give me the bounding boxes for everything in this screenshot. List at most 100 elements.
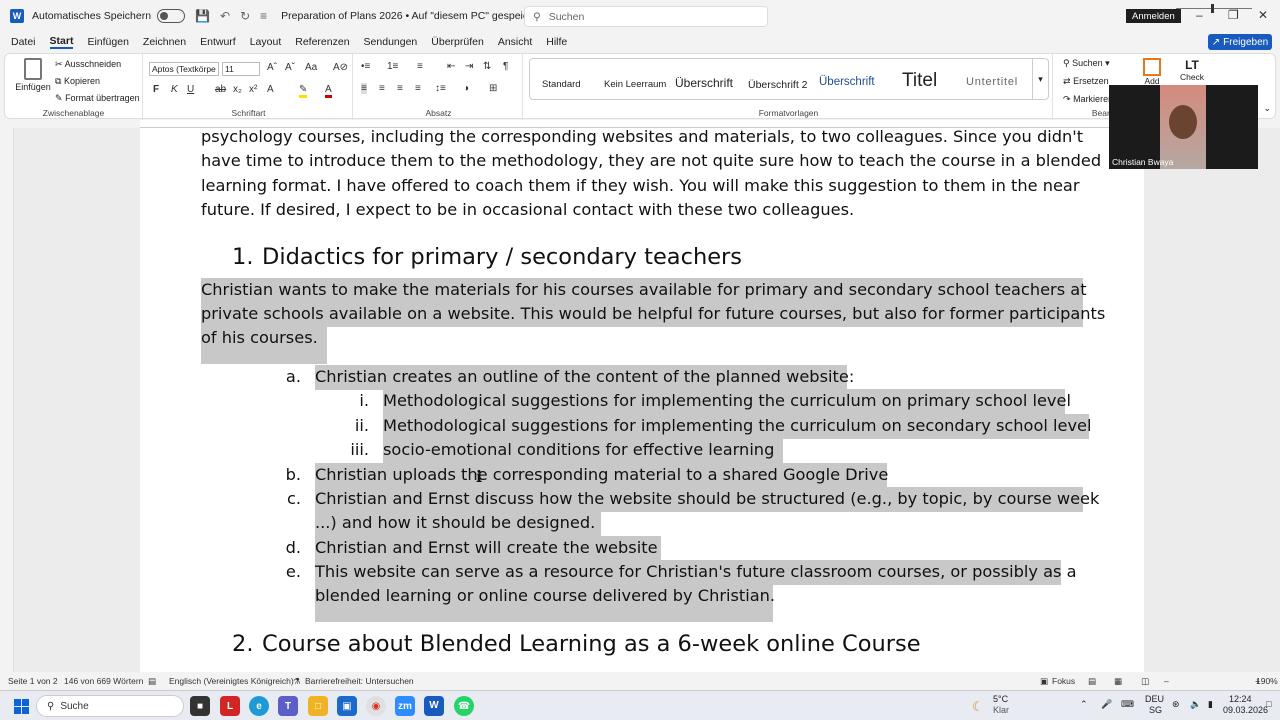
font-family-select[interactable]: Aptos (Textkörpe	[149, 62, 219, 76]
zoom-icon[interactable]: zm	[395, 696, 415, 716]
web-layout-icon[interactable]: ◫	[1141, 676, 1149, 687]
autosave-toggle[interactable]	[157, 9, 186, 23]
read-mode-icon[interactable]: ▤	[1088, 676, 1096, 687]
styles-more-icon[interactable]: ▾	[1032, 59, 1048, 99]
sort-icon[interactable]: ⇅	[483, 61, 491, 72]
underline-icon[interactable]: U	[187, 84, 194, 95]
windows-start-icon[interactable]	[14, 699, 29, 714]
style-titel[interactable]: Titel	[902, 70, 937, 92]
language-status[interactable]: Englisch (Vereinigtes Königreich)	[169, 676, 294, 686]
align-center-icon[interactable]: ≡	[379, 83, 385, 94]
subscript-icon[interactable]: x₂	[233, 84, 242, 95]
horizontal-ruler[interactable]	[140, 120, 1144, 128]
tab-zeichnen[interactable]: Zeichnen	[143, 36, 186, 48]
select-button[interactable]: ↷ Markieren	[1063, 94, 1113, 105]
accessibility-icon[interactable]: ⚗	[293, 676, 301, 687]
proofing-icon[interactable]: ▤	[148, 676, 156, 687]
multilevel-list-icon[interactable]: ≡	[417, 61, 423, 72]
tab-layout[interactable]: Layout	[250, 36, 282, 48]
collapse-ribbon-icon[interactable]: ⌄	[1263, 103, 1271, 114]
bullets-icon[interactable]: •≡	[361, 61, 370, 72]
shrink-font-icon[interactable]: Aˇ	[285, 62, 295, 73]
tray-overflow-icon[interactable]: ⌃	[1080, 699, 1088, 710]
share-button[interactable]: ↗ Freigeben	[1208, 34, 1272, 50]
align-right-icon[interactable]: ≡	[397, 83, 403, 94]
font-size-select[interactable]: 11	[222, 62, 260, 76]
style-ueberschrift-3[interactable]: Überschrift	[819, 76, 875, 88]
word-count[interactable]: 146 von 669 Wörtern	[64, 676, 143, 686]
zoom-level[interactable]: 190%	[1256, 676, 1278, 686]
document-page[interactable]: psychology courses, including the corres…	[140, 128, 1144, 672]
replace-button[interactable]: ⇄ Ersetzen	[1063, 76, 1109, 87]
microphone-icon[interactable]: 🎤	[1101, 699, 1112, 710]
text-effects-icon[interactable]: A	[267, 84, 274, 95]
clock-time[interactable]: 12:24	[1229, 694, 1252, 704]
weather-icon[interactable]: ☾	[972, 699, 984, 715]
font-color-icon[interactable]: A	[325, 84, 332, 98]
search-input[interactable]: ⚲ Suchen	[524, 6, 768, 27]
zoom-out-icon[interactable]: –	[1164, 676, 1169, 686]
tab-hilfe[interactable]: Hilfe	[546, 36, 567, 48]
language-indicator[interactable]: DEU	[1145, 694, 1164, 704]
tab-entwurf[interactable]: Entwurf	[200, 36, 236, 48]
zoom-slider[interactable]	[1176, 8, 1252, 9]
restore-icon[interactable]: ❐	[1228, 8, 1239, 22]
tab-ueberpruefen[interactable]: Überprüfen	[431, 36, 484, 48]
close-icon[interactable]: ✕	[1258, 8, 1268, 22]
tab-sendungen[interactable]: Sendungen	[364, 36, 418, 48]
tab-ansicht[interactable]: Ansicht	[498, 36, 532, 48]
focus-mode[interactable]: Fokus	[1052, 676, 1075, 686]
minimize-icon[interactable]: –	[1196, 8, 1203, 22]
cut-button[interactable]: ✂ Ausschneiden	[55, 59, 121, 70]
numbering-icon[interactable]: 1≡	[387, 61, 398, 72]
redo-icon[interactable]: ↻	[240, 9, 250, 23]
chrome-icon[interactable]: ◉	[366, 696, 386, 716]
style-ueberschrift-1[interactable]: Überschrift	[675, 76, 733, 90]
decrease-indent-icon[interactable]: ⇤	[447, 61, 455, 72]
store-icon[interactable]: ▣	[337, 696, 357, 716]
strikethrough-icon[interactable]: ab	[215, 84, 226, 95]
keyboard-icon[interactable]: ⌨	[1121, 699, 1134, 710]
vertical-ruler[interactable]	[0, 128, 14, 672]
document-title[interactable]: Preparation of Plans 2026 • Auf "diesem …	[281, 10, 557, 22]
tab-einfuegen[interactable]: Einfügen	[87, 36, 128, 48]
style-kein-leerraum[interactable]: Kein Leerraum	[604, 79, 666, 90]
tab-start[interactable]: Start	[49, 35, 74, 49]
acrobat-icon[interactable]: L	[220, 696, 240, 716]
focus-icon[interactable]: ▣	[1040, 676, 1048, 687]
save-icon[interactable]: 💾	[195, 9, 210, 23]
copy-button[interactable]: ⧉ Kopieren	[55, 76, 100, 87]
volume-icon[interactable]: 🔈	[1190, 699, 1201, 710]
line-spacing-icon[interactable]: ↕≡	[435, 83, 446, 94]
change-case-icon[interactable]: Aa	[305, 62, 317, 73]
file-explorer-icon[interactable]: □	[308, 696, 328, 716]
page-count[interactable]: Seite 1 von 2	[8, 676, 58, 686]
shading-icon[interactable]: ◑	[463, 83, 469, 94]
taskbar-search[interactable]: ⚲ Suche	[36, 695, 184, 717]
show-marks-icon[interactable]: ¶	[503, 61, 508, 72]
justify-icon[interactable]: ≡	[415, 83, 421, 94]
accessibility-status[interactable]: Barrierefreiheit: Untersuchen	[305, 676, 414, 686]
customize-quick-access-icon[interactable]: ≡	[260, 9, 267, 23]
clear-formatting-icon[interactable]: A⊘	[333, 62, 348, 73]
increase-indent-icon[interactable]: ⇥	[465, 61, 473, 72]
paste-button[interactable]: Einfügen	[13, 58, 53, 102]
whatsapp-icon[interactable]: ☎	[454, 696, 474, 716]
align-left-icon[interactable]: ≡	[361, 83, 367, 94]
print-layout-icon[interactable]: ▦	[1114, 676, 1122, 687]
superscript-icon[interactable]: x²	[249, 84, 257, 95]
task-view-icon[interactable]: ■	[190, 696, 210, 716]
borders-icon[interactable]: ⊞	[489, 83, 497, 94]
teams-icon[interactable]: T	[278, 696, 298, 716]
grow-font-icon[interactable]: Aˆ	[267, 62, 277, 73]
style-ueberschrift-2[interactable]: Überschrift 2	[748, 79, 808, 91]
italic-icon[interactable]: K	[171, 84, 178, 95]
clock-date[interactable]: 09.03.2026	[1223, 705, 1268, 715]
undo-icon[interactable]: ↶	[220, 9, 230, 23]
highlight-color-icon[interactable]: ✎	[299, 84, 308, 98]
notifications-icon[interactable]: □	[1266, 699, 1271, 709]
format-painter-button[interactable]: ✎ Format übertragen	[55, 93, 140, 104]
style-untertitel[interactable]: Untertitel	[966, 76, 1018, 88]
word-taskbar-icon[interactable]: W	[424, 696, 444, 716]
bold-icon[interactable]: F	[153, 84, 159, 95]
